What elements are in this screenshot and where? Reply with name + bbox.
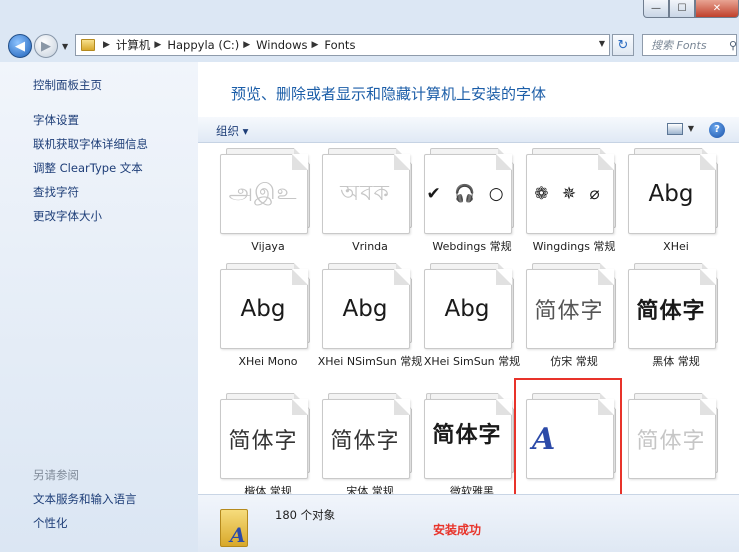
- close-button[interactable]: ✕: [695, 0, 739, 18]
- font-name: XHei NSimSun 常规: [317, 355, 423, 368]
- font-file-icon: Abg: [422, 259, 522, 349]
- search-box: ⚲: [642, 34, 737, 56]
- breadcrumb-computer[interactable]: 计算机: [116, 37, 151, 53]
- font-name: 微软雅黑: [450, 485, 494, 494]
- font-sample: 简体字: [330, 429, 400, 454]
- main-pane: 预览、删除或者显示和隐藏计算机上安装的字体 组织 ▾ ▼ ? அஇஉ Vijay…: [198, 62, 739, 552]
- sidebar-link-text-services[interactable]: 文本服务和输入语言: [33, 491, 137, 507]
- chevron-right-icon[interactable]: ▶: [311, 40, 318, 50]
- navigation-bar: ◀ ▶ ▼ ▶ 计算机 ▶ Happyla (C:) ▶ Windows ▶ F…: [0, 26, 739, 62]
- page-title: 预览、删除或者显示和隐藏计算机上安装的字体: [231, 85, 547, 103]
- command-bar: 组织 ▾ ▼ ?: [198, 117, 739, 143]
- font-sample: A: [532, 421, 556, 457]
- address-dropdown[interactable]: ▼: [599, 39, 605, 48]
- font-grid: அஇஉ Vijaya অবক Vrinda ✔ 🎧 ○ Webdings 常规: [198, 144, 739, 494]
- font-name: XHei Mono: [238, 355, 298, 368]
- maximize-button[interactable]: ☐: [669, 0, 695, 18]
- help-button[interactable]: ?: [709, 122, 725, 138]
- breadcrumb-windows[interactable]: Windows: [256, 38, 307, 52]
- back-button[interactable]: ◀: [8, 34, 32, 58]
- chevron-right-icon[interactable]: ▶: [243, 40, 250, 50]
- font-name: Webdings 常规: [432, 240, 512, 253]
- sidebar-link-change-font-size[interactable]: 更改字体大小: [33, 208, 102, 224]
- see-also-heading: 另请参阅: [33, 468, 79, 482]
- minimize-button[interactable]: —: [643, 0, 669, 18]
- sidebar-link-personalization[interactable]: 个性化: [33, 515, 68, 531]
- font-name: Vrinda: [352, 240, 388, 253]
- view-options-dropdown[interactable]: ▼: [688, 124, 694, 133]
- font-name: XHei SimSun 常规: [423, 355, 521, 368]
- font-name: 黑体 常规: [652, 355, 700, 368]
- refresh-icon: ↻: [617, 37, 629, 53]
- font-file-icon: 简体字: [422, 389, 522, 479]
- font-name: XHei: [663, 240, 689, 253]
- install-success-message: 安装成功: [433, 523, 482, 537]
- sidebar: 控制面板主页 字体设置 联机获取字体详细信息 调整 ClearType 文本 查…: [0, 62, 198, 552]
- font-sample: 简体字: [636, 299, 706, 324]
- font-sample: Abg: [342, 296, 388, 322]
- search-icon[interactable]: ⚲: [729, 39, 737, 52]
- font-name: Wingdings 常规: [532, 240, 616, 253]
- font-sample: 简体字: [636, 429, 706, 454]
- sidebar-link-adjust-cleartype[interactable]: 调整 ClearType 文本: [33, 160, 143, 176]
- window-caption-buttons: — ☐ ✕: [643, 0, 739, 20]
- chevron-right-icon[interactable]: ▶: [154, 40, 161, 50]
- font-sample: অবক: [340, 180, 390, 206]
- font-file-icon: Abg: [218, 259, 318, 349]
- item-count: 180 个对象: [275, 508, 336, 522]
- change-view-icon[interactable]: [667, 123, 683, 135]
- font-file-icon: ✔ 🎧 ○: [422, 144, 522, 234]
- font-file-icon: Abg: [320, 259, 420, 349]
- font-file-icon: A: [524, 389, 624, 479]
- breadcrumb-fonts[interactable]: Fonts: [324, 38, 355, 52]
- font-name: 楷体 常规: [244, 485, 292, 494]
- organize-menu-button[interactable]: 组织 ▾: [216, 123, 248, 139]
- font-file-icon: 简体字: [524, 259, 624, 349]
- search-input[interactable]: [651, 38, 729, 52]
- font-sample: Abg: [648, 181, 694, 207]
- font-name: 仿宋 常规: [550, 355, 598, 368]
- refresh-button[interactable]: ↻: [612, 34, 634, 56]
- font-file-icon: 简体字: [320, 389, 420, 479]
- details-pane: A 180 个对象 安装成功: [198, 494, 739, 552]
- sidebar-link-get-font-info-online[interactable]: 联机获取字体详细信息: [33, 136, 148, 152]
- font-file-icon: 简体字: [218, 389, 318, 479]
- sidebar-link-control-panel-home[interactable]: 控制面板主页: [33, 77, 102, 93]
- font-sample: 简体字: [228, 429, 298, 454]
- recent-pages-dropdown[interactable]: ▼: [62, 42, 68, 51]
- font-sample: 简体字: [432, 423, 502, 448]
- font-file-icon: 简体字: [626, 389, 726, 479]
- font-name: 宋体 常规: [346, 485, 394, 494]
- chevron-right-icon[interactable]: ▶: [103, 40, 110, 50]
- font-file-icon: 简体字: [626, 259, 726, 349]
- font-file-icon: ❁ ✵ ⌀: [524, 144, 624, 234]
- font-file-icon: Abg: [626, 144, 726, 234]
- arrow-right-icon: ▶: [41, 38, 51, 54]
- arrow-left-icon: ◀: [15, 38, 25, 54]
- font-sample: ❁ ✵ ⌀: [534, 184, 604, 204]
- fonts-folder-icon: [81, 39, 95, 51]
- font-name: Vijaya: [251, 240, 285, 253]
- sidebar-link-font-settings[interactable]: 字体设置: [33, 112, 79, 128]
- font-sample: அஇஉ: [228, 180, 298, 205]
- font-file-icon: অবক: [320, 144, 420, 234]
- forward-button[interactable]: ▶: [34, 34, 58, 58]
- font-sample: ✔ 🎧 ○: [426, 184, 508, 204]
- breadcrumb-drive[interactable]: Happyla (C:): [167, 38, 239, 52]
- font-sample: Abg: [240, 296, 286, 322]
- fonts-folder-icon: A: [220, 503, 254, 547]
- font-sample: 简体字: [534, 299, 604, 324]
- font-sample: Abg: [444, 296, 490, 322]
- font-file-icon: அஇஉ: [218, 144, 318, 234]
- sidebar-link-find-character[interactable]: 查找字符: [33, 184, 79, 200]
- address-bar[interactable]: ▶ 计算机 ▶ Happyla (C:) ▶ Windows ▶ Fonts ▼: [75, 34, 610, 56]
